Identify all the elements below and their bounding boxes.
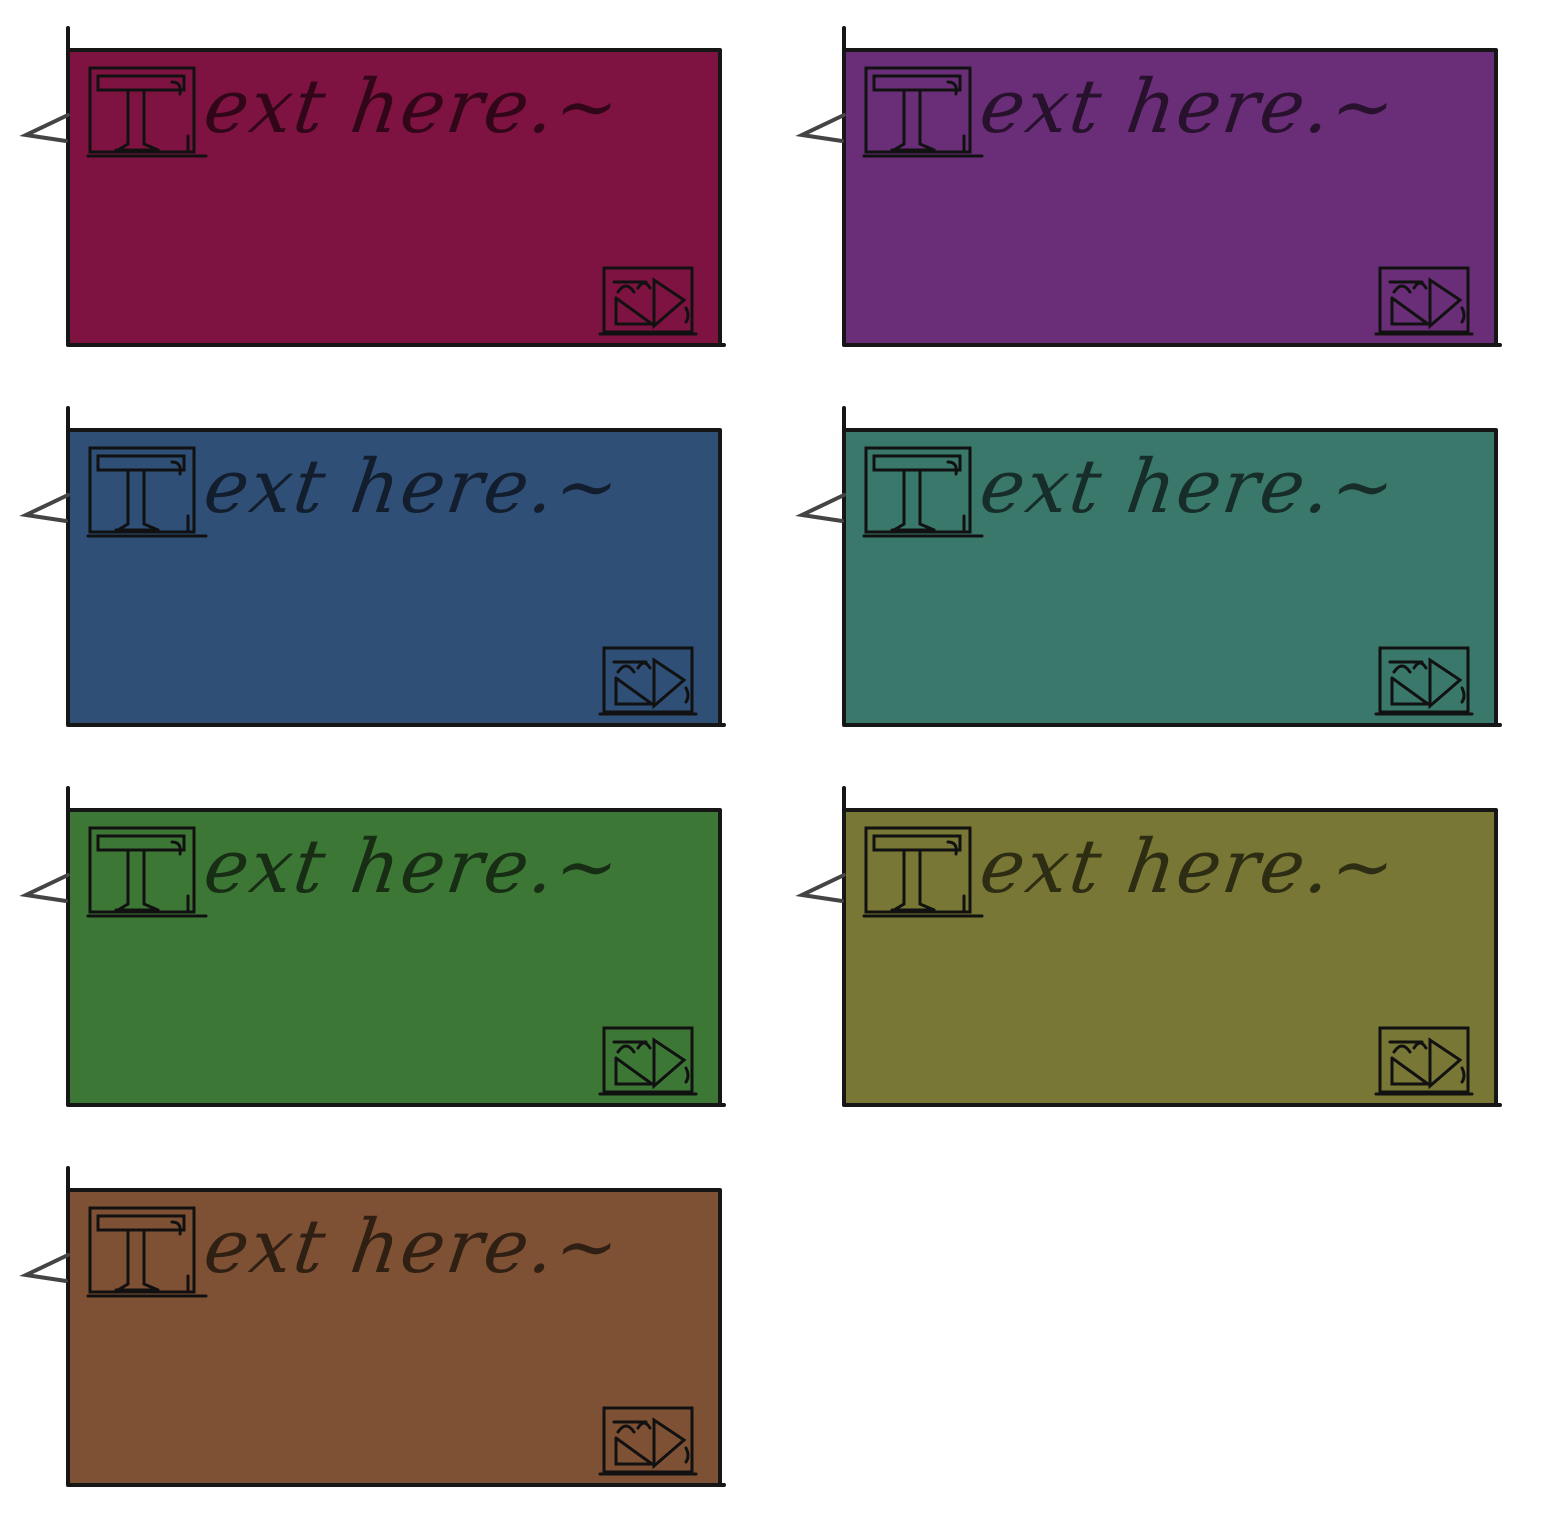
card-outline xyxy=(19,406,726,727)
media-icon[interactable] xyxy=(598,264,698,338)
note-card-brown[interactable]: ext here.~ xyxy=(0,1140,726,1487)
note-card-purple[interactable]: ext here.~ xyxy=(776,0,1502,347)
note-card-crimson[interactable]: ext here.~ xyxy=(0,0,726,347)
card-outline xyxy=(19,786,726,1107)
text-tool-icon[interactable] xyxy=(862,444,984,540)
note-card-teal[interactable]: ext here.~ xyxy=(776,380,1502,727)
placeholder-text[interactable]: ext here.~ xyxy=(199,64,626,150)
card-outline xyxy=(795,406,1502,727)
card-outline xyxy=(795,26,1502,347)
placeholder-text[interactable]: ext here.~ xyxy=(975,444,1402,530)
text-tool-icon[interactable] xyxy=(86,1204,208,1300)
text-tool-icon[interactable] xyxy=(86,444,208,540)
media-icon[interactable] xyxy=(1374,264,1474,338)
media-icon[interactable] xyxy=(1374,1024,1474,1098)
media-icon[interactable] xyxy=(598,1404,698,1478)
placeholder-text[interactable]: ext here.~ xyxy=(199,444,626,530)
card-outline xyxy=(795,786,1502,1107)
text-tool-icon[interactable] xyxy=(862,64,984,160)
text-tool-icon[interactable] xyxy=(862,824,984,920)
media-icon[interactable] xyxy=(598,1024,698,1098)
text-tool-icon[interactable] xyxy=(86,824,208,920)
card-outline xyxy=(19,26,726,347)
placeholder-text[interactable]: ext here.~ xyxy=(975,64,1402,150)
placeholder-text[interactable]: ext here.~ xyxy=(199,824,626,910)
placeholder-text[interactable]: ext here.~ xyxy=(975,824,1402,910)
note-card-green[interactable]: ext here.~ xyxy=(0,760,726,1107)
note-card-olive[interactable]: ext here.~ xyxy=(776,760,1502,1107)
media-icon[interactable] xyxy=(598,644,698,718)
text-tool-icon[interactable] xyxy=(86,64,208,160)
card-outline xyxy=(19,1166,726,1487)
note-card-blue[interactable]: ext here.~ xyxy=(0,380,726,727)
media-icon[interactable] xyxy=(1374,644,1474,718)
placeholder-text[interactable]: ext here.~ xyxy=(199,1204,626,1290)
